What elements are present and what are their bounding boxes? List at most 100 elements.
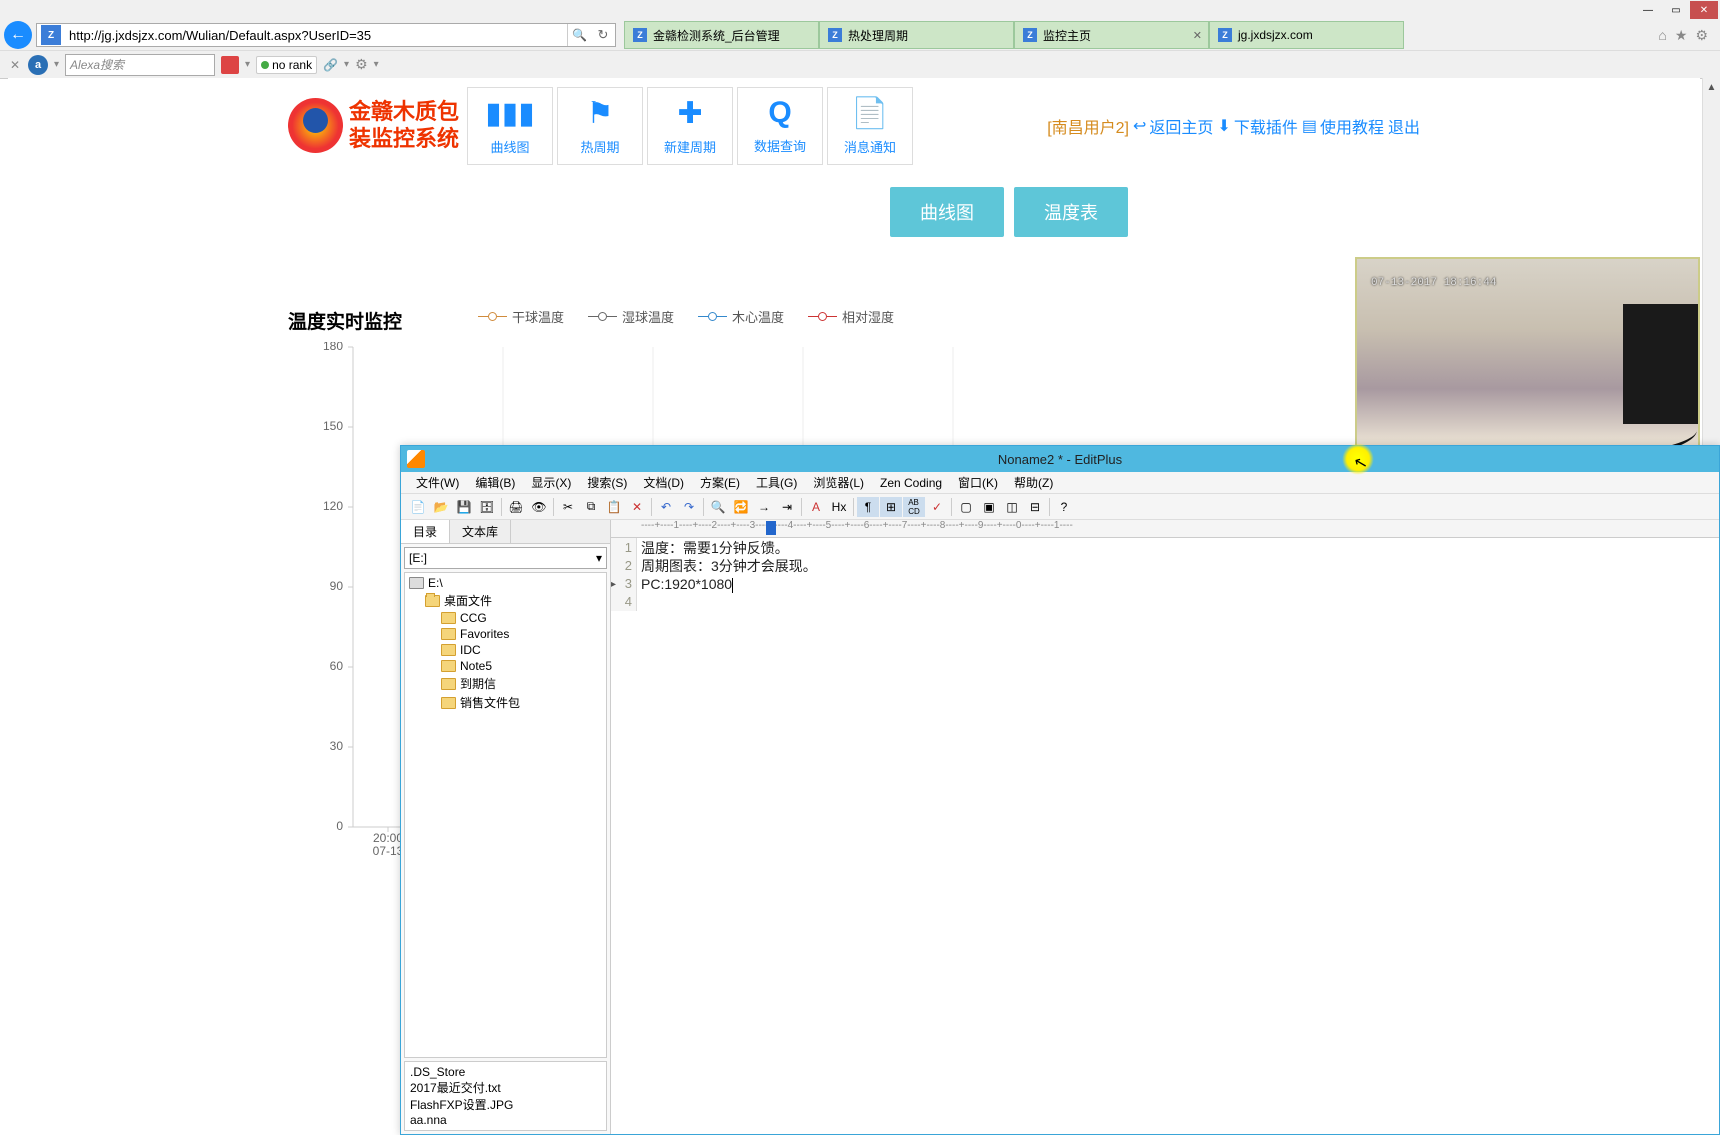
- window1-icon[interactable]: ▢: [955, 497, 977, 517]
- home-icon[interactable]: ⌂: [1658, 27, 1666, 44]
- menu-file[interactable]: 文件(W): [409, 472, 466, 493]
- view-tab-chart[interactable]: 曲线图: [890, 187, 1004, 237]
- toolbar-gear-icon[interactable]: ⚙: [355, 56, 368, 73]
- close-bar-icon[interactable]: ✕: [8, 58, 22, 72]
- address-bar[interactable]: Z 🔍 ↻: [36, 23, 616, 47]
- back-button[interactable]: ←: [4, 21, 32, 49]
- logout-link[interactable]: 退出: [1388, 114, 1420, 138]
- file-item[interactable]: aa.nna: [408, 1113, 603, 1127]
- legend-item[interactable]: 干球温度: [478, 307, 564, 326]
- favorites-icon[interactable]: ★: [1675, 27, 1688, 44]
- tree-item[interactable]: Favorites: [407, 626, 604, 642]
- editor-text[interactable]: 温度：需要1分钟反馈。周期图表：3分钟才会展现。PC:1920*1080: [637, 538, 821, 611]
- file-item[interactable]: .DS_Store: [408, 1065, 603, 1079]
- delete-icon[interactable]: ✕: [626, 497, 648, 517]
- new-file-icon[interactable]: 📄: [407, 497, 429, 517]
- goto-icon[interactable]: →: [753, 497, 775, 517]
- sidebar-tab-cliptext[interactable]: 文本库: [450, 520, 511, 543]
- nav-notifications[interactable]: 📄消息通知: [827, 87, 913, 165]
- file-list[interactable]: .DS_Store 2017最近交付.txt FlashFXP设置.JPG aa…: [404, 1061, 607, 1131]
- browser-tab[interactable]: Z金赣检测系统_后台管理: [624, 21, 819, 49]
- folder-tree[interactable]: E:\ 桌面文件 CCG Favorites IDC Note5 到期信 销售文…: [404, 572, 607, 1058]
- find-icon[interactable]: 🔍: [707, 497, 729, 517]
- menu-project[interactable]: 方案(E): [693, 472, 747, 493]
- folder-icon: [441, 628, 456, 640]
- tree-item[interactable]: 销售文件包: [407, 693, 604, 712]
- tutorial-link[interactable]: ▤使用教程: [1302, 114, 1384, 138]
- nav-label: 新建周期: [664, 137, 716, 156]
- print-icon[interactable]: 🖨: [505, 497, 527, 517]
- font-icon[interactable]: A: [805, 497, 827, 517]
- menu-browser[interactable]: 浏览器(L): [806, 472, 871, 493]
- nav-chart[interactable]: ▮▮▮曲线图: [467, 87, 553, 165]
- nav-data-query[interactable]: Q数据查询: [737, 87, 823, 165]
- menu-edit[interactable]: 编辑(B): [468, 472, 522, 493]
- alexa-badge-icon[interactable]: [221, 56, 239, 74]
- menu-view[interactable]: 显示(X): [524, 472, 578, 493]
- copy-icon[interactable]: ⧉: [580, 497, 602, 517]
- window3-icon[interactable]: ◫: [1001, 497, 1023, 517]
- tree-item[interactable]: Note5: [407, 658, 604, 674]
- tree-item[interactable]: CCG: [407, 610, 604, 626]
- highlight-icon[interactable]: Hx: [828, 497, 850, 517]
- redo-icon[interactable]: ↷: [678, 497, 700, 517]
- view-tab-table[interactable]: 温度表: [1014, 187, 1128, 237]
- url-input[interactable]: [65, 28, 567, 43]
- indent-icon[interactable]: ⇥: [776, 497, 798, 517]
- alexa-icon[interactable]: a: [28, 55, 48, 75]
- refresh-icon[interactable]: ↻: [591, 27, 615, 43]
- save-icon[interactable]: 💾: [453, 497, 475, 517]
- replace-icon[interactable]: 🔁: [730, 497, 752, 517]
- cut-icon[interactable]: ✂: [557, 497, 579, 517]
- legend-item[interactable]: 相对湿度: [808, 307, 894, 326]
- file-item[interactable]: FlashFXP设置.JPG: [408, 1096, 603, 1113]
- ruler-icon[interactable]: ⊞: [880, 497, 902, 517]
- format-icon[interactable]: ABCD: [903, 497, 925, 517]
- search-icon[interactable]: 🔍: [567, 24, 591, 46]
- open-file-icon[interactable]: 📂: [430, 497, 452, 517]
- rank-indicator[interactable]: no rank: [256, 56, 317, 74]
- menu-tools[interactable]: 工具(G): [749, 472, 804, 493]
- chevron-down-icon: ▾: [596, 551, 602, 565]
- menu-search[interactable]: 搜索(S): [580, 472, 634, 493]
- maximize-button[interactable]: ▭: [1662, 1, 1690, 19]
- browser-tab[interactable]: Z监控主页✕: [1014, 21, 1209, 49]
- save-all-icon[interactable]: 🗄: [476, 497, 498, 517]
- undo-icon[interactable]: ↶: [655, 497, 677, 517]
- editor-pane[interactable]: ----+----1----+----2----+----3----+----4…: [611, 520, 1719, 1134]
- scroll-up-icon[interactable]: ▲: [1703, 78, 1720, 96]
- window4-icon[interactable]: ⊟: [1024, 497, 1046, 517]
- alexa-search-input[interactable]: Alexa搜索: [65, 54, 215, 76]
- wrap-icon[interactable]: ¶: [857, 497, 879, 517]
- gear-icon[interactable]: ⚙: [1695, 27, 1708, 44]
- sidebar-tab-directory[interactable]: 目录: [401, 520, 450, 543]
- menu-window[interactable]: 窗口(K): [951, 472, 1005, 493]
- home-link[interactable]: ↩返回主页: [1133, 114, 1213, 138]
- browser-tab[interactable]: Z热处理周期: [819, 21, 1014, 49]
- help-icon[interactable]: ?: [1053, 497, 1075, 517]
- tree-item[interactable]: E:\: [407, 575, 604, 591]
- tree-item[interactable]: IDC: [407, 642, 604, 658]
- file-item[interactable]: 2017最近交付.txt: [408, 1079, 603, 1096]
- tab-close-icon[interactable]: ✕: [1193, 29, 1202, 42]
- menu-zen[interactable]: Zen Coding: [873, 474, 949, 492]
- minimize-button[interactable]: ―: [1634, 1, 1662, 19]
- tree-item[interactable]: 到期信: [407, 674, 604, 693]
- download-link[interactable]: ⬇下载插件: [1217, 114, 1297, 138]
- link-icon[interactable]: 🔗: [323, 58, 338, 72]
- paste-icon[interactable]: 📋: [603, 497, 625, 517]
- menu-document[interactable]: 文档(D): [636, 472, 691, 493]
- nav-heat-cycle[interactable]: ⚑热周期: [557, 87, 643, 165]
- menu-help[interactable]: 帮助(Z): [1007, 472, 1060, 493]
- window2-icon[interactable]: ▣: [978, 497, 1000, 517]
- legend-item[interactable]: 木心温度: [698, 307, 784, 326]
- check-icon[interactable]: ✓: [926, 497, 948, 517]
- tree-item[interactable]: 桌面文件: [407, 591, 604, 610]
- browser-tab[interactable]: Zjg.jxdsjzx.com: [1209, 21, 1404, 49]
- preview-icon[interactable]: 👁: [528, 497, 550, 517]
- editplus-title-bar[interactable]: Noname2 * - EditPlus ↖: [401, 446, 1719, 472]
- nav-new-cycle[interactable]: ✚新建周期: [647, 87, 733, 165]
- legend-item[interactable]: 湿球温度: [588, 307, 674, 326]
- close-button[interactable]: ✕: [1690, 1, 1718, 19]
- drive-selector[interactable]: [E:]▾: [404, 547, 607, 569]
